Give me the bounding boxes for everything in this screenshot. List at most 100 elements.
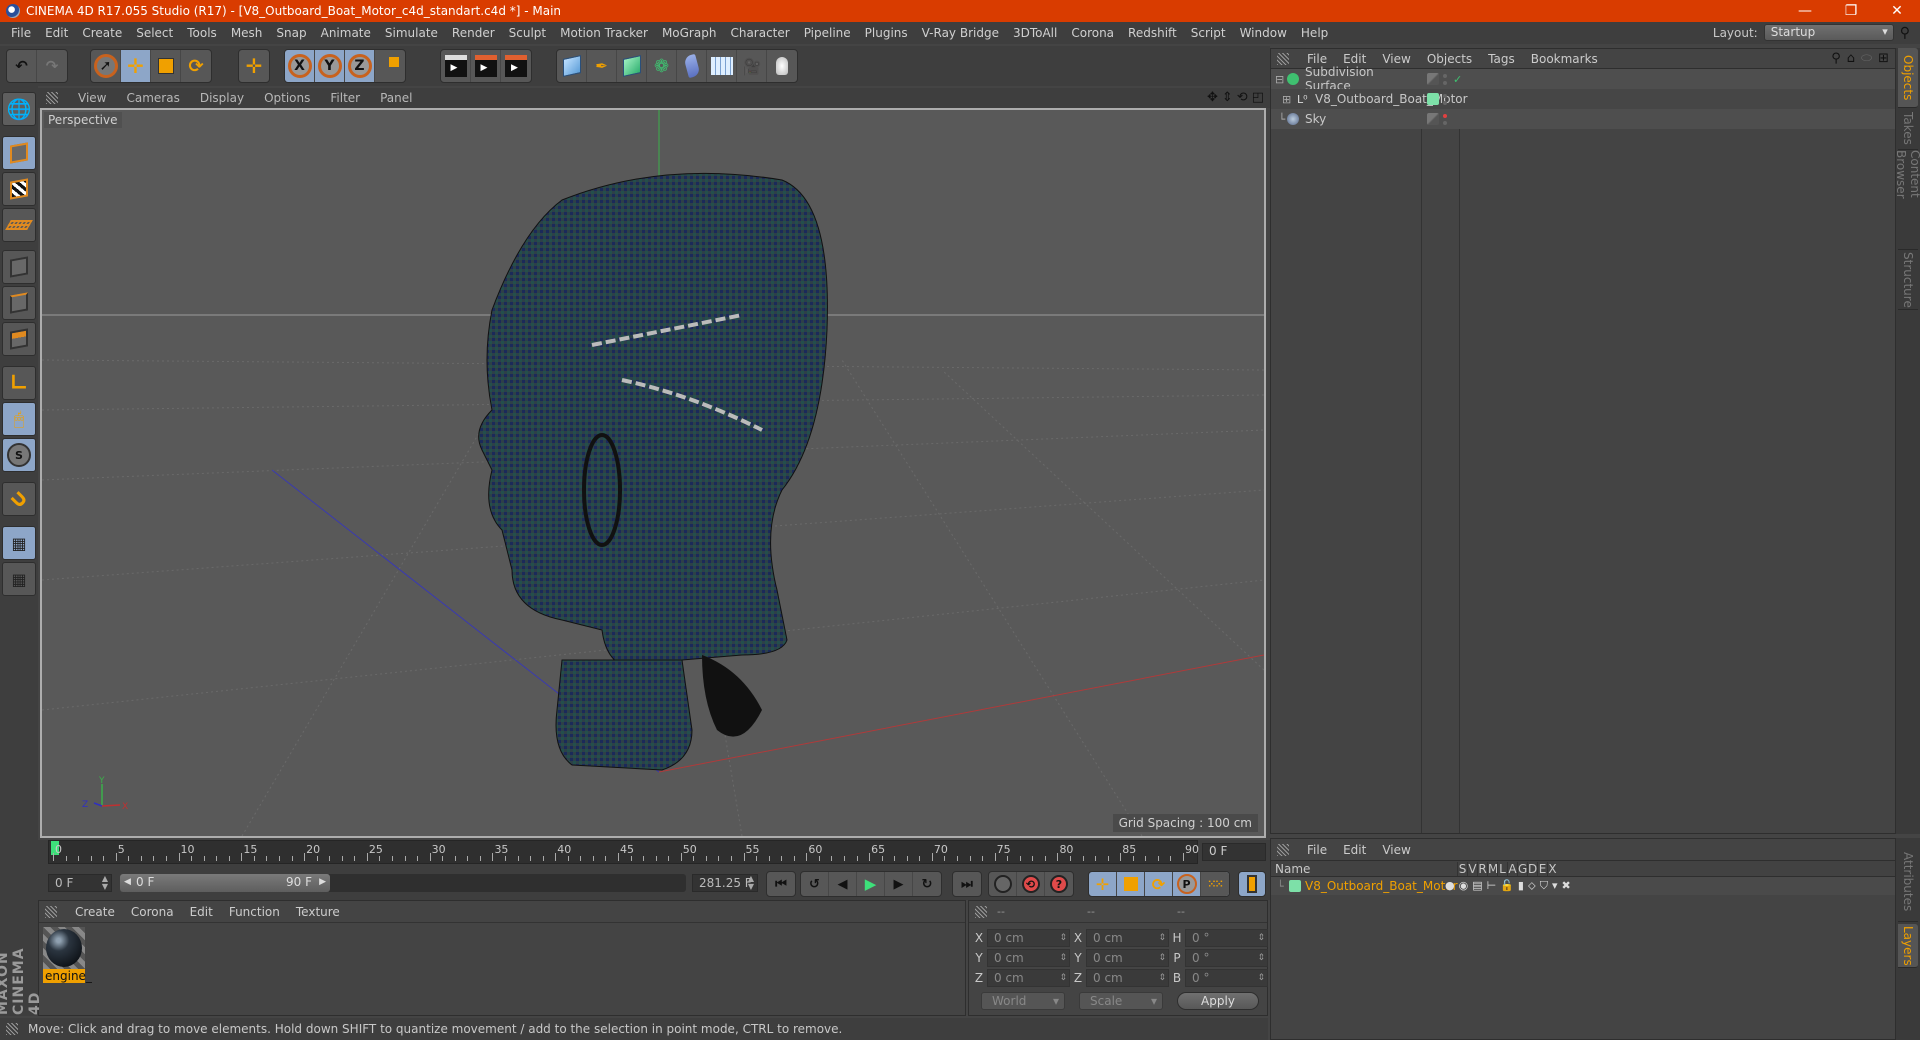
viewport-menu-view[interactable]: View: [68, 91, 116, 105]
layer-col-a[interactable]: A: [1507, 861, 1517, 876]
live-selection-icon[interactable]: ➚: [91, 50, 121, 82]
coordinate-system-icon[interactable]: [375, 50, 405, 82]
viewport-menu-filter[interactable]: Filter: [320, 91, 370, 105]
layer-color-tag[interactable]: [1427, 93, 1439, 105]
layer-col-g[interactable]: G: [1517, 861, 1527, 876]
timeline-ruler[interactable]: 0 5 10 15 20 25 30 35 40 45 50 55 60 65 70 75 80 85 90: [48, 840, 1199, 864]
grip-handle[interactable]: [975, 905, 987, 918]
3d-viewport[interactable]: Perspective Y X Z Grid Spacing : 100 cm: [40, 108, 1266, 838]
coord-rotation-field[interactable]: 0 °: [1185, 949, 1268, 967]
material-menu-texture[interactable]: Texture: [288, 905, 348, 919]
coord-rotation-field[interactable]: 0 °: [1185, 929, 1268, 947]
camera-label[interactable]: Perspective: [44, 112, 122, 128]
viewport-menu-cameras[interactable]: Cameras: [116, 91, 189, 105]
object-menu-bookmarks[interactable]: Bookmarks: [1523, 52, 1606, 66]
tab-attributes[interactable]: Attributes: [1898, 842, 1918, 922]
autokey-icon[interactable]: ?: [1045, 872, 1073, 896]
x-axis-lock-icon[interactable]: X: [285, 50, 315, 82]
object-row[interactable]: ⊞ L⁰ V8_Outboard_Boat_Motor: [1271, 89, 1895, 109]
scale-icon[interactable]: [151, 50, 181, 82]
material-menu-corona[interactable]: Corona: [123, 905, 182, 919]
menu-simulate[interactable]: Simulate: [378, 26, 445, 40]
menu-render[interactable]: Render: [445, 26, 502, 40]
coord-transform-dropdown[interactable]: Scale: [1079, 992, 1163, 1010]
next-key-icon[interactable]: ↻: [913, 872, 941, 896]
object-row[interactable]: └ Sky: [1271, 109, 1895, 129]
coord-mode-dropdown[interactable]: World: [981, 992, 1065, 1010]
points-mode-icon[interactable]: [2, 250, 36, 284]
tree-line[interactable]: └: [1271, 113, 1285, 126]
coord-position-field[interactable]: 0 cm: [987, 949, 1070, 967]
tab-structure[interactable]: Structure: [1898, 250, 1918, 310]
viewport-menu-options[interactable]: Options: [254, 91, 320, 105]
previous-frame-icon[interactable]: ◀: [829, 872, 857, 896]
layer-col-name[interactable]: Name: [1271, 862, 1457, 876]
minimize-button[interactable]: —: [1782, 0, 1828, 22]
object-menu-tags[interactable]: Tags: [1480, 52, 1523, 66]
camera-icon[interactable]: 🎥: [737, 50, 767, 82]
menu-window[interactable]: Window: [1233, 26, 1294, 40]
layer-row[interactable]: └ V8_Outboard_Boat_Motor ● ◉ ▤ ⊢ 🔓 ▮ ⬦ ⛉ ▾ ✖: [1271, 877, 1895, 895]
snap-icon[interactable]: ∪: [2, 482, 36, 516]
key-position-icon[interactable]: ✛: [1089, 872, 1117, 896]
menu-redshift[interactable]: Redshift: [1121, 26, 1184, 40]
cube-primitive-icon[interactable]: [557, 50, 587, 82]
expand-icon[interactable]: ⊞: [1271, 93, 1295, 106]
workplane-mode-icon[interactable]: [2, 208, 36, 242]
model-mode-icon[interactable]: [2, 136, 36, 170]
visibility-dots[interactable]: [1443, 93, 1447, 105]
coord-size-field[interactable]: 0 cm: [1086, 969, 1169, 987]
workplane-rotate-icon[interactable]: ▦: [2, 562, 36, 596]
object-menu-view[interactable]: View: [1374, 52, 1418, 66]
search-icon[interactable]: ⚲: [1900, 25, 1910, 41]
zoom-icon[interactable]: ⇕: [1222, 90, 1233, 105]
tab-content-browser[interactable]: Content Browser: [1894, 150, 1920, 250]
material-swatch[interactable]: engine_: [43, 927, 92, 985]
layer-col-v[interactable]: V: [1467, 861, 1477, 876]
menu-v-ray-bridge[interactable]: V-Ray Bridge: [915, 26, 1006, 40]
menu-sculpt[interactable]: Sculpt: [502, 26, 553, 40]
menu-help[interactable]: Help: [1294, 26, 1335, 40]
previous-key-icon[interactable]: ↺: [801, 872, 829, 896]
menu-corona[interactable]: Corona: [1064, 26, 1121, 40]
floor-icon[interactable]: [707, 50, 737, 82]
search-icon[interactable]: ⚲: [1831, 51, 1841, 66]
rotate-icon[interactable]: ⟳: [181, 50, 211, 82]
z-axis-lock-icon[interactable]: Z: [345, 50, 375, 82]
cloner-icon[interactable]: ❁: [647, 50, 677, 82]
menu-mesh[interactable]: Mesh: [224, 26, 270, 40]
home-icon[interactable]: ⌂: [1847, 51, 1855, 66]
go-to-end-icon[interactable]: ⏭: [953, 872, 981, 896]
menu-create[interactable]: Create: [75, 26, 129, 40]
subdivision-surface-icon[interactable]: [617, 50, 647, 82]
menu-mograph[interactable]: MoGraph: [655, 26, 724, 40]
current-frame-field[interactable]: 0 F: [1202, 843, 1266, 861]
play-icon[interactable]: ▶: [857, 872, 885, 896]
grip-handle[interactable]: [1277, 52, 1289, 65]
make-editable-icon[interactable]: 🌐: [2, 92, 36, 126]
maximize-view-icon[interactable]: ◰: [1252, 90, 1264, 105]
layer-empty-tag[interactable]: [1427, 113, 1439, 125]
orbit-icon[interactable]: ⟲: [1237, 90, 1248, 105]
layer-col-s[interactable]: S: [1457, 861, 1467, 876]
render-settings-icon[interactable]: [501, 50, 531, 82]
layer-col-m[interactable]: M: [1487, 861, 1498, 876]
edges-mode-icon[interactable]: [2, 286, 36, 320]
pen-spline-icon[interactable]: ✒: [587, 50, 617, 82]
menu-plugins[interactable]: Plugins: [858, 26, 915, 40]
next-frame-icon[interactable]: ▶: [885, 872, 913, 896]
collapse-icon[interactable]: ⊟: [1271, 73, 1285, 86]
layer-empty-tag[interactable]: [1427, 73, 1439, 85]
menu-tools[interactable]: Tools: [180, 26, 224, 40]
menu-snap[interactable]: Snap: [269, 26, 313, 40]
menu-animate[interactable]: Animate: [314, 26, 378, 40]
layer-col-d[interactable]: D: [1527, 861, 1537, 876]
grip-handle[interactable]: [1277, 843, 1289, 856]
coord-size-field[interactable]: 0 cm: [1086, 949, 1169, 967]
tab-takes[interactable]: Takes: [1898, 108, 1918, 150]
menu-motion-tracker[interactable]: Motion Tracker: [553, 26, 655, 40]
material-menu-create[interactable]: Create: [67, 905, 123, 919]
object-name[interactable]: V8_Outboard_Boat_Motor: [1315, 92, 1468, 106]
current-frame-input[interactable]: 0 F ▲ ▼: [48, 874, 112, 892]
timeline-window-icon[interactable]: [1239, 872, 1265, 896]
